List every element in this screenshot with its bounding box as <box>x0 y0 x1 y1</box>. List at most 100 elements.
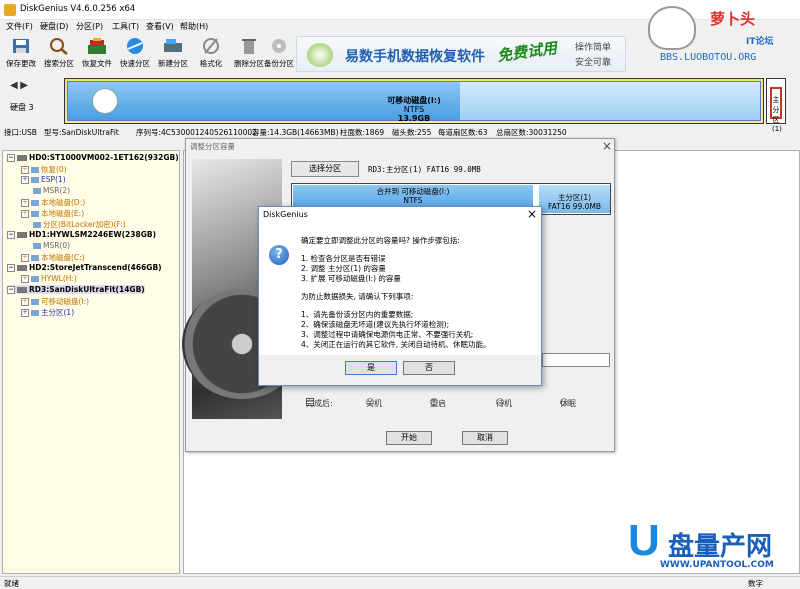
partition-block-small[interactable]: 主分 区(1) <box>766 78 786 133</box>
watermark-u: U <box>628 516 660 565</box>
partition-name: 可移动磁盘(I:) <box>387 96 441 105</box>
confirm-dialog: DiskGenius × ? 确定要立即调整此分区的容量吗? 操作步骤包括: 1… <box>258 206 542 386</box>
ad-graphic-icon <box>307 43 333 67</box>
confirm-dialog-title: DiskGenius <box>263 210 308 219</box>
disk-icon <box>17 265 27 271</box>
partition-icon <box>33 243 41 249</box>
collapse-icon[interactable]: − <box>7 154 15 162</box>
logo-url: BBS.LUOBOTOU.ORG <box>660 52 757 63</box>
next-disk-icon[interactable]: ▶ <box>20 80 28 91</box>
partition-icon <box>33 188 41 194</box>
app-icon <box>4 4 16 16</box>
tree-item[interactable]: − HD1:HYWLSM2246EW(238GB) <box>7 230 156 239</box>
close-icon[interactable]: × <box>527 207 537 221</box>
partition-size: 13.9GB <box>397 114 431 123</box>
tree-item[interactable]: − HD0:ST1000VM002-1ET162(932GB) <box>7 153 179 162</box>
menu-partition[interactable]: 分区(P) <box>76 21 103 32</box>
expand-icon[interactable]: + <box>21 199 29 207</box>
expand-icon[interactable]: + <box>21 210 29 218</box>
menu-file[interactable]: 文件(F) <box>6 21 33 32</box>
expand-icon[interactable]: + <box>21 298 29 306</box>
tree-item-label: 可移动磁盘(I:) <box>41 297 90 306</box>
recover-icon <box>86 36 108 56</box>
expand-icon[interactable]: + <box>21 309 29 317</box>
format-button[interactable]: 格式化 <box>192 36 230 72</box>
tree-item[interactable]: + 本地磁盘(C:) <box>21 252 85 263</box>
question-icon: ? <box>269 245 289 265</box>
partition-block-main[interactable]: 可移动磁盘(I:) NTFS 13.9GB <box>67 81 761 123</box>
info-total: 总扇区数:30031250 <box>496 128 567 137</box>
partition-icon <box>31 177 39 183</box>
start-button[interactable]: 开始 <box>386 431 432 445</box>
small-partition-label: 主分 区(1) <box>770 87 782 133</box>
yes-button[interactable]: 是 <box>345 361 397 375</box>
info-serial: 序列号:4C530001240526110002 <box>136 128 257 137</box>
tree-item-label: ESP(1) <box>41 175 66 184</box>
tree-item-label: HD2:StoreJetTranscend(466GB) <box>29 263 162 272</box>
tree-item[interactable]: 分区(BitLocker加密)(F:) <box>33 219 126 230</box>
expand-icon[interactable]: + <box>21 166 29 174</box>
step-3: 3. 扩展 可移动磁盘(I:) 的容量 <box>301 274 401 283</box>
menu-help[interactable]: 帮助(H) <box>180 21 208 32</box>
no-button[interactable]: 否 <box>403 361 455 375</box>
tree-item-selected[interactable]: − RD3:SanDiskUltraFit(14GB) <box>7 285 145 294</box>
partition-icon <box>33 222 41 228</box>
partition-icon <box>31 200 39 206</box>
info-interface: 接口:USB <box>4 128 37 137</box>
option-label: 重启 <box>430 399 446 408</box>
tree-item[interactable]: + 可移动磁盘(I:) <box>21 296 89 307</box>
nav-arrows: ◀ ▶ <box>10 80 28 91</box>
select-partition-button[interactable]: 选择分区 <box>291 161 359 177</box>
new-partition-button[interactable]: 新建分区 <box>154 36 192 72</box>
cancel-button[interactable]: 取消 <box>462 431 508 445</box>
menu-disk[interactable]: 硬盘(D) <box>40 21 68 32</box>
tree-item-label: RD3:SanDiskUltraFit(14GB) <box>29 285 145 294</box>
status-left: 就绪 <box>4 579 19 588</box>
disk-map-bar[interactable]: 可移动磁盘(I:) NTFS 13.9GB <box>64 78 764 124</box>
disk-tree: − HD0:ST1000VM002-1ET162(932GB) + 恢复(0) + E… <box>2 150 180 574</box>
tree-item[interactable]: + 恢复(0) <box>21 164 67 175</box>
tree-item-label: 主分区(1) <box>41 308 75 317</box>
expand-icon[interactable]: + <box>21 275 29 283</box>
tree-item[interactable]: + HYWL(H:) <box>21 274 77 283</box>
tree-item[interactable]: MSR(2) <box>33 186 70 195</box>
collapse-icon[interactable]: − <box>7 286 15 294</box>
menu-tools[interactable]: 工具(T) <box>112 21 139 32</box>
source-partition-info: FAT16 99.0MB <box>548 202 601 211</box>
info-model: 型号:SanDiskUltraFit <box>44 128 119 137</box>
ad-line2: 安全可靠 <box>575 58 612 68</box>
recover-files-button[interactable]: 恢复文件 <box>78 36 116 72</box>
tree-item[interactable]: MSR(0) <box>33 241 70 250</box>
menu-view[interactable]: 查看(V) <box>146 21 174 32</box>
save-button[interactable]: 保存更改 <box>2 36 40 72</box>
tree-item[interactable]: + 本地磁盘(E:) <box>21 208 84 219</box>
watermark-cn: 盘量产网 <box>668 532 773 562</box>
disk-info-bar: 接口:USB 型号:SanDiskUltraFit 序列号:4C53000124… <box>0 126 800 138</box>
expand-icon[interactable]: + <box>21 254 29 262</box>
logo-main-text: 萝卜头 <box>710 10 756 28</box>
disk-icon <box>17 155 27 161</box>
collapse-icon[interactable]: − <box>7 264 15 272</box>
search-partition-button[interactable]: 搜索分区 <box>40 36 78 72</box>
search-icon <box>48 36 70 56</box>
prev-disk-icon[interactable]: ◀ <box>10 80 18 91</box>
tree-item[interactable]: − HD2:StoreJetTranscend(466GB) <box>7 263 162 272</box>
tree-item[interactable]: + 本地磁盘(D:) <box>21 197 85 208</box>
source-partition-name: 主分区(1) <box>557 193 592 202</box>
close-icon[interactable]: × <box>602 139 612 153</box>
after-completion-options: 完成后: 关机 重启 待机 休眠 <box>306 398 606 410</box>
tree-item[interactable]: + 主分区(1) <box>21 307 74 318</box>
expand-icon[interactable]: + <box>21 176 29 184</box>
tree-item-label: HYWL(H:) <box>41 274 77 283</box>
tree-item-label: 本地磁盘(C:) <box>41 253 85 262</box>
partition-icon <box>31 310 39 316</box>
collapse-icon[interactable]: − <box>7 231 15 239</box>
size-input[interactable] <box>542 353 610 367</box>
tree-item[interactable]: + ESP(1) <box>21 175 66 184</box>
ad-banner[interactable]: 易数手机数据恢复软件 免费试用 操作简单 安全可靠 <box>296 36 626 72</box>
quick-partition-button[interactable]: 快速分区 <box>116 36 154 72</box>
source-partition-block[interactable]: 主分区(1) FAT16 99.0MB <box>538 185 610 213</box>
backup-partition-button[interactable]: 备份分区 <box>260 36 298 72</box>
caution-4: 4、关闭正在运行的其它软件, 关闭自动待机、休眠功能。 <box>301 340 491 349</box>
after-done-label: 完成后: <box>306 399 333 408</box>
